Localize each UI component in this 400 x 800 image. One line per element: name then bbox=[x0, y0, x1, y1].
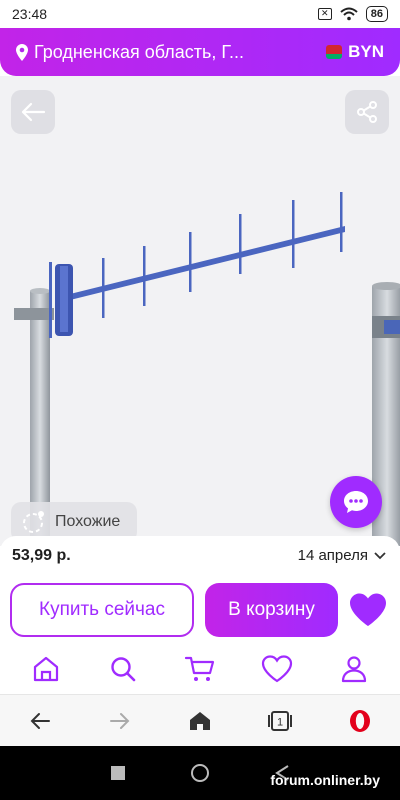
currency-label: BYN bbox=[348, 42, 384, 61]
back-button[interactable] bbox=[11, 90, 55, 134]
watermark: forum.onliner.by bbox=[270, 772, 380, 788]
arrow-left-icon bbox=[21, 102, 46, 122]
home-icon bbox=[34, 656, 59, 682]
add-to-cart-button[interactable]: В корзину bbox=[205, 583, 338, 637]
favorite-button[interactable] bbox=[345, 590, 391, 630]
forward-arrow-icon bbox=[110, 712, 130, 729]
system-home-button[interactable] bbox=[191, 764, 209, 782]
tab-cart[interactable] bbox=[176, 647, 224, 691]
chat-bubble-icon bbox=[344, 491, 368, 513]
belarus-flag-icon bbox=[326, 45, 343, 59]
tab-profile[interactable] bbox=[330, 647, 378, 691]
opera-menu-button[interactable] bbox=[338, 701, 382, 741]
chat-button[interactable] bbox=[330, 476, 382, 528]
tab-favorites[interactable] bbox=[253, 647, 301, 691]
tab-count: 1 bbox=[277, 716, 283, 728]
heart-filled-icon bbox=[350, 593, 386, 626]
browser-toolbar: 1 bbox=[0, 694, 400, 746]
notification-x-icon: ✕ bbox=[317, 8, 332, 20]
product-image[interactable]: Похожие bbox=[0, 76, 400, 546]
chevron-down-icon bbox=[374, 551, 386, 559]
browser-back-button[interactable] bbox=[18, 701, 62, 741]
app-tab-bar bbox=[0, 644, 400, 694]
tab-home[interactable] bbox=[22, 647, 70, 691]
cart-icon bbox=[184, 656, 215, 681]
tab-search[interactable] bbox=[99, 647, 147, 691]
wifi-icon bbox=[340, 7, 358, 21]
similar-label: Похожие bbox=[55, 513, 121, 530]
recents-button[interactable] bbox=[111, 766, 125, 780]
browser-tabs-button[interactable]: 1 bbox=[258, 701, 302, 741]
browser-forward-button[interactable] bbox=[98, 701, 142, 741]
opera-icon bbox=[350, 709, 370, 732]
tabs-icon: 1 bbox=[268, 710, 292, 731]
status-icons: ✕ 86 bbox=[317, 6, 388, 22]
region-selector[interactable]: Гродненская область, Г... bbox=[16, 42, 244, 63]
share-button[interactable] bbox=[345, 90, 389, 134]
clock: 23:48 bbox=[12, 6, 48, 22]
buy-now-button[interactable]: Купить сейчас bbox=[10, 583, 194, 637]
heart-icon bbox=[261, 655, 292, 683]
delivery-date-selector[interactable]: 14 апреля bbox=[298, 547, 386, 564]
antenna-photo bbox=[14, 192, 400, 546]
status-bar: 23:48 ✕ 86 bbox=[0, 0, 400, 28]
back-arrow-icon bbox=[30, 712, 50, 729]
region-label: Гродненская область, Г... bbox=[34, 41, 244, 62]
location-pin-icon bbox=[16, 43, 28, 61]
app-header: Гродненская область, Г... BYN bbox=[0, 28, 400, 76]
product-price: 53,99 р. bbox=[12, 547, 71, 564]
user-icon bbox=[341, 656, 366, 683]
similar-search-icon bbox=[23, 511, 44, 533]
search-icon bbox=[111, 657, 136, 682]
browser-home-button[interactable] bbox=[178, 701, 222, 741]
share-icon bbox=[357, 101, 377, 123]
delivery-date: 14 апреля bbox=[297, 547, 368, 564]
currency-selector[interactable]: BYN bbox=[326, 42, 384, 62]
battery-indicator: 86 bbox=[365, 6, 388, 22]
home-icon bbox=[190, 711, 210, 730]
